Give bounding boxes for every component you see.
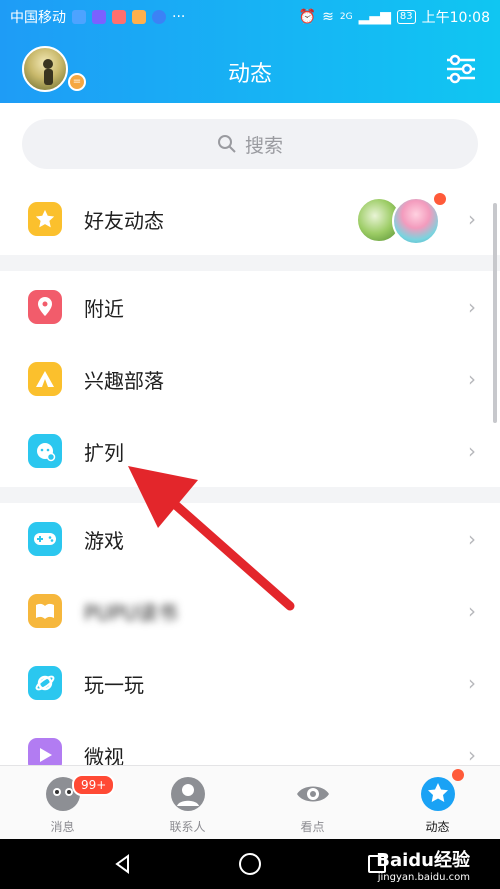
tab-feed[interactable]: 动态 bbox=[375, 766, 500, 839]
page-title: 动态 bbox=[227, 62, 272, 87]
tab-discover[interactable]: 看点 bbox=[250, 766, 375, 839]
video-app-icon bbox=[92, 10, 106, 24]
watermark-url: jingyan.baidu.com bbox=[377, 872, 470, 883]
menu-item-nearby[interactable]: 附近 › bbox=[0, 271, 500, 343]
planet-icon bbox=[28, 666, 62, 700]
new-dot-icon bbox=[434, 193, 446, 205]
tab-messages[interactable]: 99+ 消息 bbox=[0, 766, 125, 839]
section-divider bbox=[0, 255, 500, 271]
scrollbar[interactable] bbox=[493, 203, 497, 423]
section-divider bbox=[0, 487, 500, 503]
star-icon bbox=[28, 202, 62, 236]
menu-item-interest-tribe[interactable]: 兴趣部落 › bbox=[0, 343, 500, 415]
game-app-icon bbox=[132, 10, 146, 24]
tab-label: 消息 bbox=[50, 820, 75, 834]
tab-label: 看点 bbox=[300, 820, 325, 834]
browser-app-icon bbox=[152, 10, 166, 24]
menu-item-label: 扩列 bbox=[84, 440, 124, 465]
tab-label: 联系人 bbox=[169, 820, 206, 834]
search-placeholder: 搜索 bbox=[244, 134, 283, 157]
battery-level: 83 bbox=[396, 10, 416, 24]
chevron-right-icon: › bbox=[468, 207, 476, 231]
chevron-right-icon: › bbox=[468, 527, 476, 551]
search-icon bbox=[217, 135, 236, 153]
menu-item-label: 兴趣部落 bbox=[84, 368, 164, 393]
video-icon bbox=[28, 738, 62, 765]
chevron-right-icon: › bbox=[468, 671, 476, 695]
chevron-right-icon: › bbox=[468, 599, 476, 623]
feed-menu: 搜索 好友动态 › 附近 › 兴趣部落 › 扩列 › 游戏 › PUPU读书 ›… bbox=[0, 103, 500, 765]
tab-label: 动态 bbox=[425, 820, 450, 834]
menu-item-label: 微视 bbox=[84, 744, 124, 766]
menu-item-label: 附近 bbox=[84, 296, 124, 321]
menu-item-label: 游戏 bbox=[84, 528, 124, 553]
chevron-right-icon: › bbox=[468, 367, 476, 391]
notification-app-icon bbox=[112, 10, 126, 24]
chevron-right-icon: › bbox=[468, 743, 476, 765]
menu-item-friends-feed[interactable]: 好友动态 › bbox=[0, 183, 500, 255]
menu-item-label: 好友动态 bbox=[84, 208, 164, 233]
shield-icon bbox=[72, 10, 86, 24]
location-pin-icon bbox=[28, 290, 62, 324]
menu-item-games[interactable]: 游戏 › bbox=[0, 503, 500, 575]
back-icon[interactable] bbox=[112, 853, 134, 875]
menu-item-weishi[interactable]: 微视 › bbox=[0, 719, 500, 765]
chat-face-icon bbox=[28, 434, 62, 468]
person-icon bbox=[170, 777, 205, 811]
book-icon bbox=[28, 594, 62, 628]
search-input[interactable]: 搜索 bbox=[22, 119, 478, 169]
tent-icon bbox=[28, 362, 62, 396]
menu-item-expand-friends[interactable]: 扩列 › bbox=[0, 415, 500, 487]
wifi-icon: ≋ bbox=[322, 9, 334, 25]
home-icon[interactable] bbox=[238, 852, 262, 876]
gamepad-icon bbox=[28, 522, 62, 556]
signal-icon: ▂▄▆ bbox=[358, 9, 391, 25]
clock: 上午10:08 bbox=[421, 10, 490, 26]
tab-notification-dot-icon bbox=[452, 769, 464, 781]
network-label: 2G bbox=[339, 12, 353, 22]
unread-badge: 99+ bbox=[72, 774, 116, 796]
watermark-brand: Baidu经验 bbox=[376, 850, 470, 871]
search-area: 搜索 bbox=[0, 103, 500, 183]
status-bar: 中国移动 ··· ⏰ ≋ 2G ▂▄▆ 83 上午10:08 bbox=[0, 0, 500, 34]
bottom-tab-bar: 99+ 消息 联系人 看点 动态 bbox=[0, 765, 500, 839]
chevron-right-icon: › bbox=[468, 439, 476, 463]
tab-contacts[interactable]: 联系人 bbox=[125, 766, 250, 839]
menu-item-label: PUPU读书 bbox=[84, 600, 178, 625]
carrier-label: 中国移动 bbox=[10, 10, 66, 26]
alarm-icon: ⏰ bbox=[298, 9, 317, 25]
watermark-logo: Baidu经验 jingyan.baidu.com bbox=[376, 846, 470, 883]
settings-sliders-icon[interactable] bbox=[444, 54, 478, 84]
menu-item-label: 玩一玩 bbox=[84, 672, 144, 697]
menu-item-play[interactable]: 玩一玩 › bbox=[0, 647, 500, 719]
friend-avatars bbox=[356, 193, 446, 245]
eye-icon bbox=[296, 786, 329, 802]
menu-item-reading[interactable]: PUPU读书 › bbox=[0, 575, 500, 647]
chevron-right-icon: › bbox=[468, 295, 476, 319]
more-icon: ··· bbox=[172, 9, 186, 25]
star-planet-icon bbox=[420, 777, 455, 811]
friend-avatar bbox=[392, 197, 440, 245]
